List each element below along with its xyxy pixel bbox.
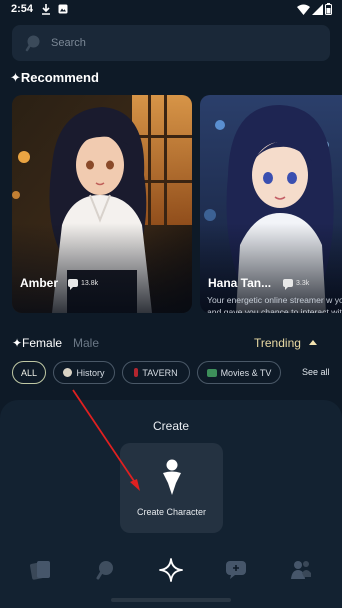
sort-arrow-icon[interactable] [309, 340, 317, 345]
character-card-hana[interactable]: Hana Tan... 3.3k Your energetic online s… [200, 95, 342, 313]
chat-bubble-icon [68, 279, 78, 290]
chat-icon[interactable] [224, 558, 248, 582]
chip-label: ALL [20, 367, 37, 378]
chip-label: Movies & TV [220, 367, 272, 378]
alarm-clock-icon [63, 368, 73, 377]
category-chip-row: ALL History TAVERN Movies & TV See all [0, 361, 342, 385]
card-gradient-overlay [12, 223, 192, 313]
chat-count-badge: 3.3k [283, 277, 310, 290]
chat-bubble-icon [283, 279, 293, 290]
status-bar: 2:54 [0, 0, 342, 20]
profile-icon[interactable] [289, 558, 313, 582]
bottom-navigation [0, 552, 342, 588]
sort-trending[interactable]: Trending [254, 336, 301, 350]
search-icon [24, 34, 42, 52]
create-sparkle-icon[interactable] [159, 558, 183, 582]
chip-movies-tv[interactable]: Movies & TV [197, 361, 281, 384]
status-time: 2:54 [11, 3, 34, 15]
tab-male[interactable]: Male [73, 336, 99, 350]
wine-glass-icon [134, 368, 139, 377]
filter-header: ✦Female Male Trending [0, 336, 342, 352]
chat-count: 3.3k [296, 279, 310, 287]
person-icon [163, 459, 181, 495]
create-title: Create [152, 419, 190, 433]
create-character-button[interactable]: Create Character [120, 443, 223, 533]
character-name: Amber [20, 276, 59, 290]
search-input[interactable] [51, 25, 311, 61]
chip-history[interactable]: History [53, 361, 115, 384]
character-description: Your energetic online streamer w your lo… [207, 295, 342, 313]
film-icon [206, 368, 217, 377]
tab-female[interactable]: ✦Female [12, 336, 62, 350]
see-all-link[interactable]: See all [302, 367, 330, 377]
search-bar[interactable] [12, 25, 330, 61]
create-character-label: Create Character [136, 507, 207, 517]
chip-label: History [76, 367, 105, 378]
chip-label: TAVERN [142, 367, 178, 378]
chat-count-badge: 13.8k [68, 277, 99, 290]
cards-icon[interactable] [29, 558, 53, 582]
character-name: Hana Tan... [208, 276, 272, 290]
chip-tavern[interactable]: TAVERN [122, 361, 190, 384]
signal-icon [311, 3, 323, 15]
download-icon [40, 3, 52, 15]
character-card-amber[interactable]: Amber 13.8k [12, 95, 192, 313]
home-indicator [111, 598, 231, 602]
notification-icon [57, 3, 69, 15]
battery-icon [324, 3, 332, 15]
app-screen: 2:54 ✦Recommend [0, 0, 342, 608]
explore-icon[interactable] [93, 558, 117, 582]
chip-all[interactable]: ALL [12, 361, 46, 384]
recommend-title: ✦Recommend [10, 70, 99, 85]
wifi-icon [296, 3, 310, 15]
chat-count: 13.8k [81, 279, 99, 287]
